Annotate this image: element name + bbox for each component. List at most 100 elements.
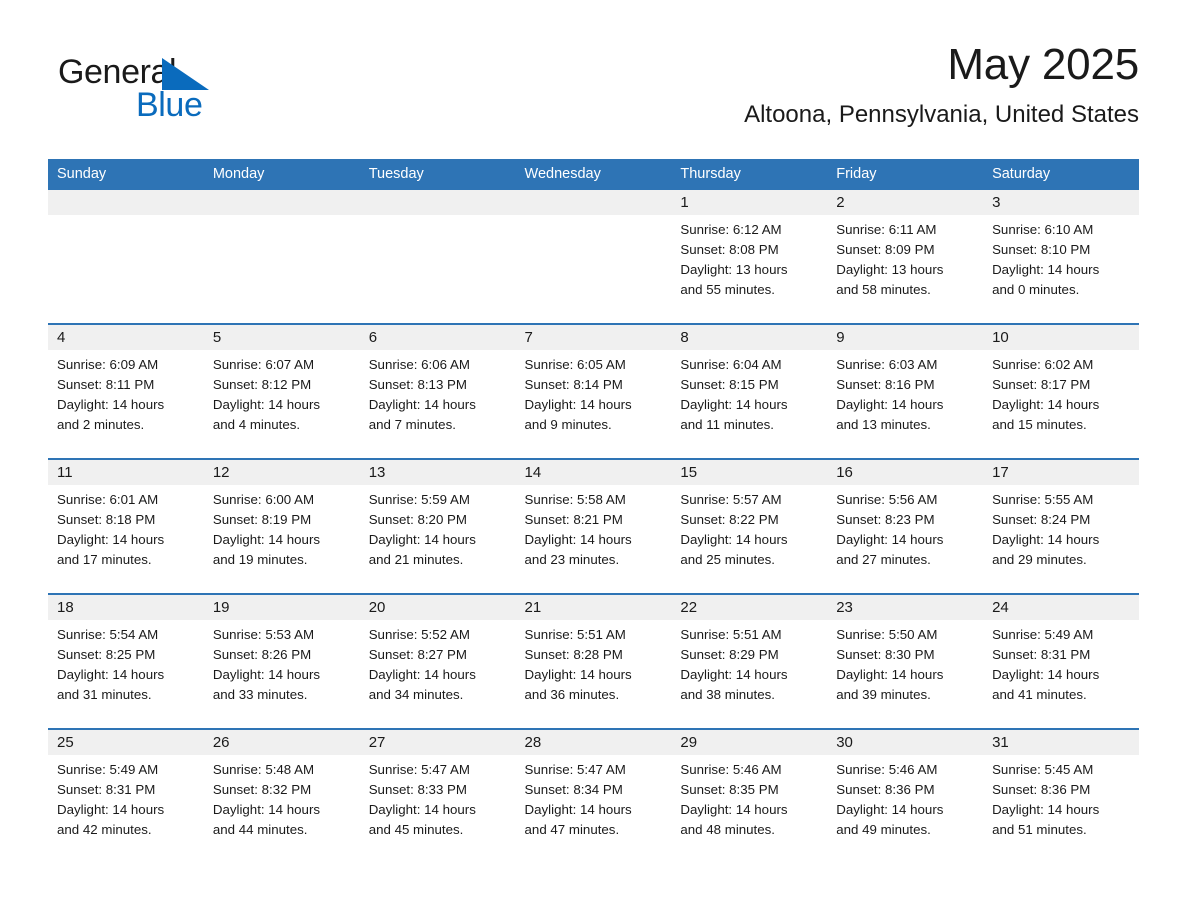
sunset-text: Sunset: 8:22 PM [680,512,779,527]
calendar-day-cell[interactable]: 26 Sunrise: 5:48 AM Sunset: 8:32 PM Dayl… [203,728,360,863]
sunset-text: Sunset: 8:26 PM [212,647,312,662]
sunrise-text: Sunrise: 6:02 AM [992,357,1094,372]
calendar-day-cell[interactable]: 14 Sunrise: 5:58 AM Sunset: 8:21 PM Dayl… [515,458,672,594]
daylight-text-line1: Daylight: 14 hours [680,802,788,817]
calendar-day-cell[interactable]: 8 Sunrise: 6:04 AM Sunset: 8:15 PM Dayli… [671,323,828,459]
day-details: Sunrise: 6:09 AM Sunset: 8:11 PM Dayligh… [48,350,204,435]
day-number: 15 [671,460,828,485]
weekday-header-tuesday: Tuesday [359,159,516,190]
calendar-day-cell[interactable]: 23 Sunrise: 5:50 AM Sunset: 8:30 PM Dayl… [827,593,984,729]
calendar-week-row: 25 Sunrise: 5:49 AM Sunset: 8:31 PM Dayl… [48,728,1139,863]
sunset-text: Sunset: 8:17 PM [992,377,1091,392]
calendar-day-cell[interactable]: 4 Sunrise: 6:09 AM Sunset: 8:11 PM Dayli… [48,323,204,459]
sunrise-text: Sunrise: 5:54 AM [57,627,159,642]
sunrise-text: Sunrise: 6:03 AM [836,357,938,372]
calendar-day-cell[interactable]: 16 Sunrise: 5:56 AM Sunset: 8:23 PM Dayl… [827,458,984,594]
daylight-text-line2: and 55 minutes. [680,282,775,297]
day-number: 26 [203,730,360,755]
sunset-text: Sunset: 8:10 PM [992,242,1091,257]
weekday-header-saturday: Saturday [983,159,1139,190]
calendar-day-cell[interactable]: 6 Sunrise: 6:06 AM Sunset: 8:13 PM Dayli… [359,323,516,459]
calendar-day-cell[interactable]: 1 Sunrise: 6:12 AM Sunset: 8:08 PM Dayli… [671,190,828,324]
daylight-text-line1: Daylight: 14 hours [368,667,476,682]
day-number: 12 [203,460,360,485]
calendar-day-cell[interactable]: 13 Sunrise: 5:59 AM Sunset: 8:20 PM Dayl… [359,458,516,594]
calendar-day-cell[interactable]: 17 Sunrise: 5:55 AM Sunset: 8:24 PM Dayl… [983,458,1139,594]
sunset-text: Sunset: 8:30 PM [836,647,935,662]
calendar-day-cell[interactable]: 28 Sunrise: 5:47 AM Sunset: 8:34 PM Dayl… [515,728,672,863]
day-number [203,190,360,215]
daylight-text-line1: Daylight: 14 hours [524,397,632,412]
calendar-day-cell[interactable]: 5 Sunrise: 6:07 AM Sunset: 8:12 PM Dayli… [203,323,360,459]
calendar-day-cell[interactable]: 22 Sunrise: 5:51 AM Sunset: 8:29 PM Dayl… [671,593,828,729]
calendar-day-cell[interactable]: 30 Sunrise: 5:46 AM Sunset: 8:36 PM Dayl… [827,728,984,863]
calendar-day-cell[interactable] [515,190,672,324]
calendar-day-cell[interactable]: 2 Sunrise: 6:11 AM Sunset: 8:09 PM Dayli… [827,190,984,324]
day-details [204,215,360,220]
day-details: Sunrise: 5:46 AM Sunset: 8:35 PM Dayligh… [671,755,827,840]
sunset-text: Sunset: 8:35 PM [680,782,779,797]
day-details: Sunrise: 5:55 AM Sunset: 8:24 PM Dayligh… [983,485,1139,570]
sunrise-text: Sunrise: 5:49 AM [992,627,1094,642]
day-details: Sunrise: 6:03 AM Sunset: 8:16 PM Dayligh… [827,350,983,435]
calendar-day-cell[interactable] [48,190,204,324]
day-details: Sunrise: 6:11 AM Sunset: 8:09 PM Dayligh… [827,215,983,300]
sunset-text: Sunset: 8:36 PM [992,782,1091,797]
calendar-day-cell[interactable]: 29 Sunrise: 5:46 AM Sunset: 8:35 PM Dayl… [671,728,828,863]
sunrise-text: Sunrise: 6:06 AM [368,357,470,372]
calendar-day-cell[interactable]: 20 Sunrise: 5:52 AM Sunset: 8:27 PM Dayl… [359,593,516,729]
day-details: Sunrise: 6:12 AM Sunset: 8:08 PM Dayligh… [671,215,827,300]
calendar-day-cell[interactable]: 18 Sunrise: 5:54 AM Sunset: 8:25 PM Dayl… [48,593,204,729]
day-details: Sunrise: 5:47 AM Sunset: 8:34 PM Dayligh… [516,755,672,840]
sunset-text: Sunset: 8:29 PM [680,647,779,662]
daylight-text-line2: and 45 minutes. [368,822,464,837]
calendar-day-cell[interactable]: 25 Sunrise: 5:49 AM Sunset: 8:31 PM Dayl… [48,728,204,863]
daylight-text-line2: and 58 minutes. [836,282,931,297]
calendar-day-cell[interactable]: 21 Sunrise: 5:51 AM Sunset: 8:28 PM Dayl… [515,593,672,729]
day-number: 18 [48,595,204,620]
calendar-day-cell[interactable]: 19 Sunrise: 5:53 AM Sunset: 8:26 PM Dayl… [203,593,360,729]
daylight-text-line1: Daylight: 14 hours [368,397,476,412]
page-title: May 2025 [947,40,1139,89]
calendar-day-cell[interactable]: 9 Sunrise: 6:03 AM Sunset: 8:16 PM Dayli… [827,323,984,459]
sunset-text: Sunset: 8:13 PM [368,377,467,392]
sunset-text: Sunset: 8:08 PM [680,242,779,257]
daylight-text-line1: Daylight: 14 hours [680,532,788,547]
day-details: Sunrise: 5:46 AM Sunset: 8:36 PM Dayligh… [827,755,983,840]
sunset-text: Sunset: 8:18 PM [57,512,156,527]
day-details [48,215,204,220]
calendar-day-cell[interactable]: 31 Sunrise: 5:45 AM Sunset: 8:36 PM Dayl… [983,728,1139,863]
calendar-week-row: 4 Sunrise: 6:09 AM Sunset: 8:11 PM Dayli… [48,323,1139,459]
calendar-day-cell[interactable]: 15 Sunrise: 5:57 AM Sunset: 8:22 PM Dayl… [671,458,828,594]
day-details: Sunrise: 6:04 AM Sunset: 8:15 PM Dayligh… [671,350,827,435]
calendar-day-cell[interactable]: 27 Sunrise: 5:47 AM Sunset: 8:33 PM Dayl… [359,728,516,863]
calendar-day-cell[interactable]: 10 Sunrise: 6:02 AM Sunset: 8:17 PM Dayl… [983,323,1139,459]
general-blue-logo[interactable]: General Blue [58,52,258,132]
day-number: 4 [48,325,204,350]
daylight-text-line1: Daylight: 14 hours [992,667,1100,682]
daylight-text-line1: Daylight: 14 hours [836,397,944,412]
calendar-day-cell[interactable] [203,190,360,324]
daylight-text-line1: Daylight: 14 hours [524,532,632,547]
sunrise-text: Sunrise: 5:51 AM [524,627,626,642]
day-number: 30 [827,730,984,755]
day-number: 25 [48,730,204,755]
day-details: Sunrise: 5:52 AM Sunset: 8:27 PM Dayligh… [360,620,516,705]
calendar-day-cell[interactable]: 3 Sunrise: 6:10 AM Sunset: 8:10 PM Dayli… [983,190,1139,324]
sunrise-text: Sunrise: 5:48 AM [212,762,315,777]
sunrise-text: Sunrise: 5:53 AM [212,627,315,642]
daylight-text-line1: Daylight: 14 hours [836,532,944,547]
day-details: Sunrise: 5:49 AM Sunset: 8:31 PM Dayligh… [48,755,204,840]
sunrise-text: Sunrise: 6:01 AM [57,492,159,507]
daylight-text-line1: Daylight: 14 hours [992,802,1100,817]
sunrise-text: Sunrise: 5:46 AM [836,762,938,777]
calendar-day-cell[interactable]: 24 Sunrise: 5:49 AM Sunset: 8:31 PM Dayl… [983,593,1139,729]
day-details: Sunrise: 5:50 AM Sunset: 8:30 PM Dayligh… [827,620,983,705]
day-details: Sunrise: 6:01 AM Sunset: 8:18 PM Dayligh… [48,485,204,570]
calendar-day-cell[interactable] [359,190,516,324]
calendar-day-cell[interactable]: 7 Sunrise: 6:05 AM Sunset: 8:14 PM Dayli… [515,323,672,459]
sunrise-text: Sunrise: 5:47 AM [524,762,626,777]
calendar-day-cell[interactable]: 11 Sunrise: 6:01 AM Sunset: 8:18 PM Dayl… [48,458,204,594]
calendar-day-cell[interactable]: 12 Sunrise: 6:00 AM Sunset: 8:19 PM Dayl… [203,458,360,594]
daylight-text-line1: Daylight: 14 hours [368,802,476,817]
